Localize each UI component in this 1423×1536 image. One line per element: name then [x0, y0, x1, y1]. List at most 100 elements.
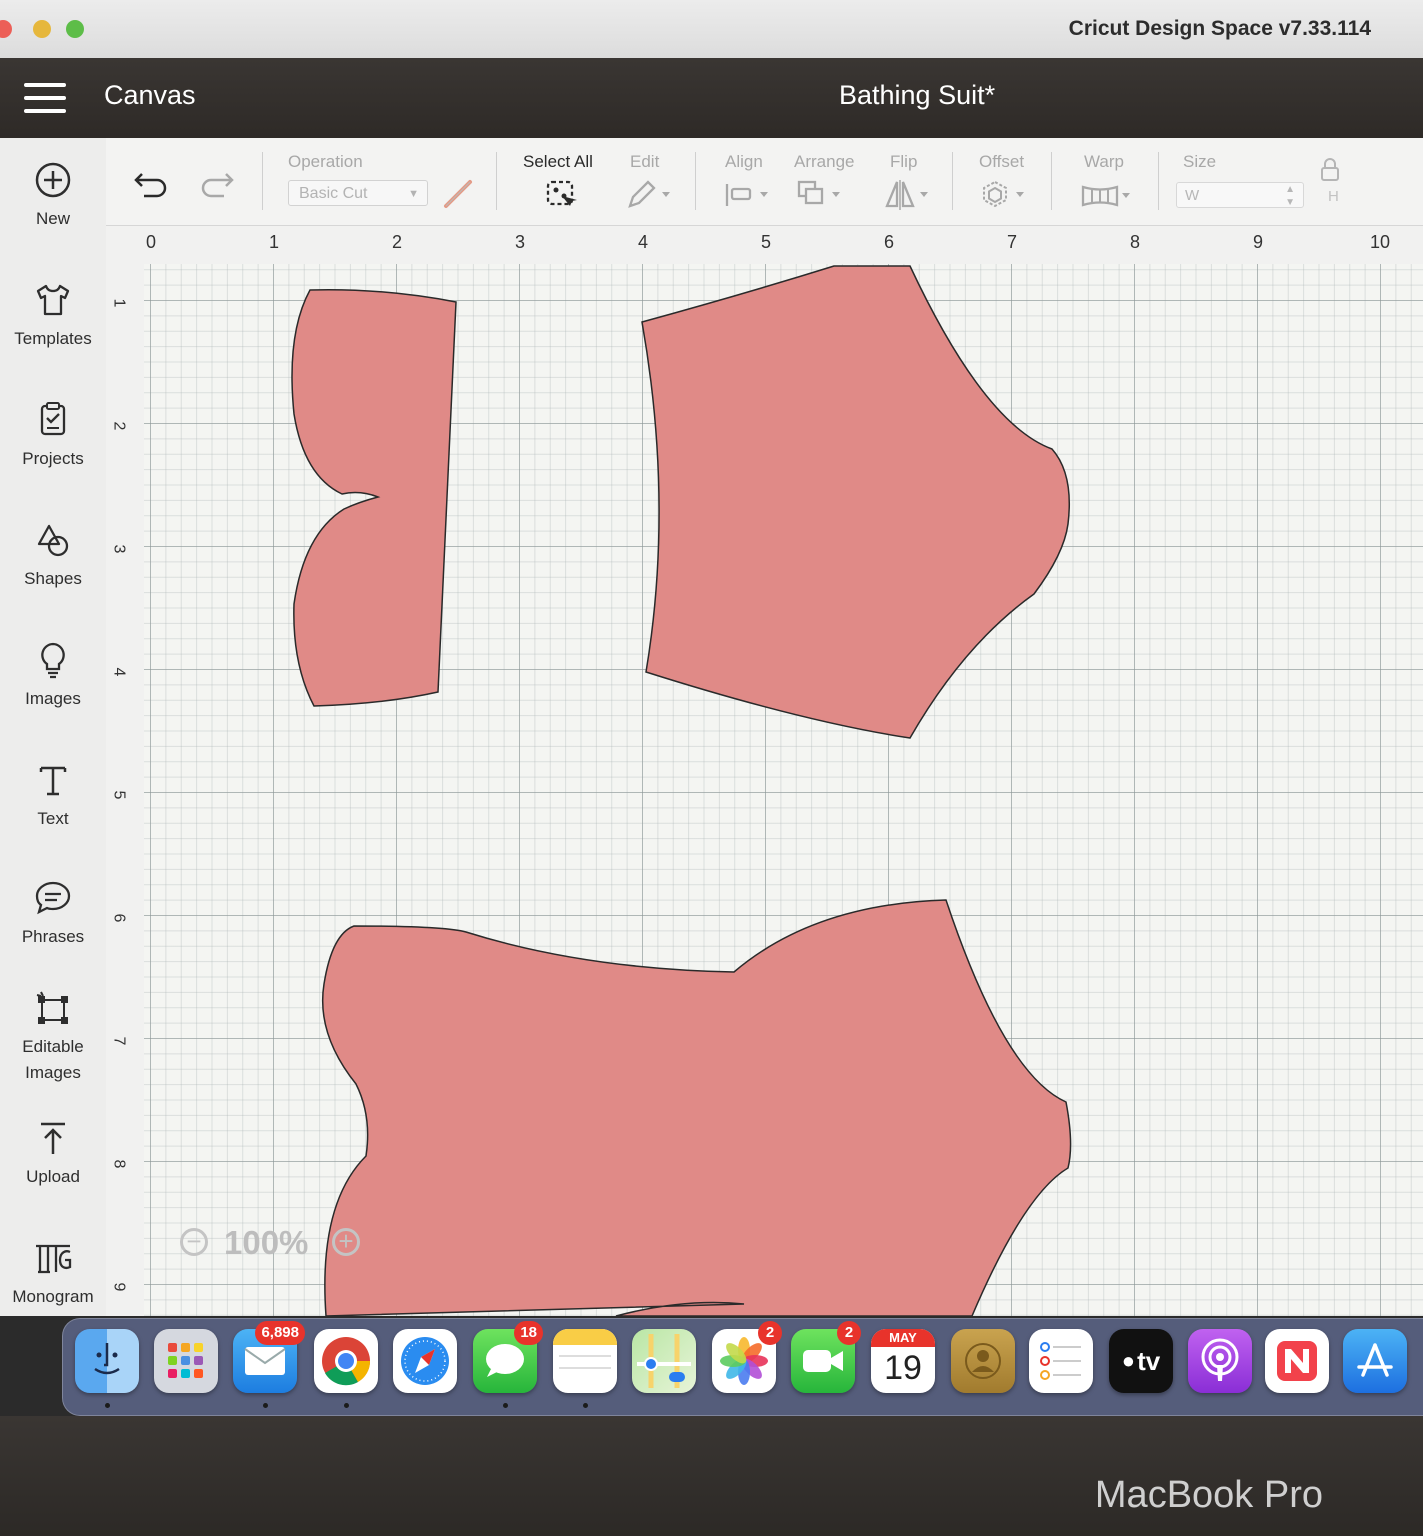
notes-line — [559, 1355, 611, 1357]
app-header: Canvas Bathing Suit* — [0, 58, 1423, 138]
minimize-window-button[interactable] — [33, 20, 51, 38]
maps-icon[interactable] — [632, 1329, 696, 1393]
operation-value: Basic Cut — [299, 185, 368, 202]
sidebar-item-label: Shapes — [24, 569, 82, 588]
sidebar-item-label: Monogram — [12, 1287, 94, 1306]
dock-running-indicator — [263, 1403, 268, 1408]
news-icon[interactable] — [1265, 1329, 1329, 1393]
size-width-input[interactable]: W ▲ ▼ — [1176, 182, 1304, 208]
dock-running-indicator — [344, 1403, 349, 1408]
macos-dock: 6,898 18 2 2 MAY 19 ● tv — [62, 1318, 1423, 1416]
close-window-button[interactable] — [0, 20, 12, 38]
chrome-logo-icon — [322, 1337, 371, 1386]
lightbulb-icon — [41, 642, 65, 679]
sidebar-item-new[interactable]: New — [0, 160, 106, 232]
ruler-tick-label: 2 — [392, 232, 403, 252]
sidebar-item-templates[interactable]: Templates — [0, 280, 106, 352]
news-logo-icon — [1277, 1341, 1317, 1381]
apple-tv-icon[interactable]: ● tv — [1109, 1329, 1173, 1393]
sidebar-item-label: New — [35, 209, 70, 228]
dock-running-indicator — [503, 1403, 508, 1408]
design-canvas[interactable]: − 100% + — [144, 264, 1423, 1316]
sidebar-item-projects[interactable]: Projects — [0, 400, 106, 472]
pen-color-icon[interactable] — [442, 176, 476, 210]
swimsuit-body-shape[interactable] — [321, 899, 1072, 1316]
toolbar-separator — [695, 152, 696, 210]
lock-icon[interactable] — [1319, 158, 1341, 182]
compass-icon — [401, 1337, 449, 1385]
reminders-icon[interactable] — [1029, 1329, 1093, 1393]
sidebar-item-upload[interactable]: Upload — [0, 1118, 106, 1190]
select-all-icon[interactable] — [544, 178, 578, 212]
shorts-shape[interactable] — [641, 265, 1071, 739]
sidebar-item-text[interactable]: Text — [0, 760, 106, 832]
finder-face-icon — [94, 1343, 120, 1375]
notes-line — [559, 1367, 611, 1369]
hamburger-menu-icon[interactable] — [24, 83, 66, 113]
sidebar-item-label-line2: Images — [25, 1063, 81, 1082]
align-icon[interactable] — [724, 180, 774, 210]
notes-header-band — [553, 1329, 617, 1345]
messages-badge: 18 — [514, 1321, 543, 1345]
editable-images-icon — [36, 991, 68, 1024]
photos-icon[interactable]: 2 — [712, 1321, 782, 1393]
contacts-icon[interactable] — [951, 1329, 1015, 1393]
mail-icon[interactable]: 6,898 — [233, 1321, 305, 1393]
checklist-icon — [1040, 1342, 1081, 1380]
calendar-icon[interactable]: MAY 19 — [871, 1329, 935, 1393]
size-height-label: H — [1328, 188, 1339, 205]
zoom-in-button[interactable]: + — [332, 1228, 360, 1256]
redo-icon[interactable] — [198, 168, 234, 200]
podcasts-icon[interactable] — [1188, 1329, 1252, 1393]
facetime-icon[interactable]: 2 — [791, 1321, 861, 1393]
undo-icon[interactable] — [134, 168, 170, 200]
calendar-day: 19 — [884, 1349, 922, 1387]
arrange-label: Arrange — [794, 152, 855, 171]
sidebar-item-shapes[interactable]: Shapes — [0, 520, 106, 592]
flip-label: Flip — [890, 152, 918, 171]
edit-pencil-icon[interactable] — [626, 178, 672, 210]
stepper-arrows-icon[interactable]: ▲ ▼ — [1285, 183, 1295, 209]
dock-running-indicator — [105, 1403, 110, 1408]
app-store-icon[interactable] — [1343, 1329, 1407, 1393]
launchpad-grid-icon — [168, 1343, 203, 1378]
person-icon — [965, 1343, 1001, 1379]
edit-toolbar: Operation Basic Cut ▼ Select All Edit Ali… — [106, 138, 1423, 226]
calendar-month: MAY — [871, 1329, 935, 1347]
bikini-top-shape[interactable] — [291, 289, 457, 707]
ruler-tick-label: 7 — [110, 1036, 128, 1046]
offset-icon[interactable] — [978, 180, 1030, 210]
edit-label: Edit — [630, 152, 660, 171]
launchpad-icon[interactable] — [154, 1329, 218, 1393]
podcast-broadcast-icon — [1201, 1338, 1239, 1381]
project-title[interactable]: Bathing Suit* — [839, 80, 995, 111]
sidebar-item-phrases[interactable]: Phrases — [0, 878, 106, 950]
sidebar-item-monogram[interactable]: Monogram — [0, 1238, 106, 1310]
operation-select[interactable]: Basic Cut ▼ — [288, 180, 428, 206]
safari-icon[interactable] — [393, 1329, 457, 1393]
sidebar-item-editable-images[interactable]: Editable Images — [0, 988, 106, 1086]
facetime-badge: 2 — [837, 1321, 861, 1345]
zoom-window-button[interactable] — [66, 20, 84, 38]
size-width-label: W — [1185, 187, 1200, 204]
text-icon — [39, 766, 67, 796]
size-label: Size — [1183, 152, 1217, 171]
chrome-icon[interactable] — [314, 1329, 378, 1393]
finder-icon[interactable] — [75, 1329, 139, 1393]
ruler-tick-label: 0 — [146, 232, 157, 252]
zoom-out-button[interactable]: − — [180, 1228, 208, 1256]
plus-circle-icon — [35, 162, 71, 198]
message-bubble-icon — [486, 1344, 524, 1377]
warp-icon[interactable] — [1080, 182, 1136, 210]
notes-icon[interactable] — [553, 1329, 617, 1393]
ruler-tick-label: 5 — [761, 232, 772, 252]
messages-icon[interactable]: 18 — [473, 1321, 543, 1393]
flip-icon[interactable] — [884, 178, 934, 210]
ruler-horizontal: 0 1 2 3 4 5 6 7 8 9 10 — [106, 226, 1423, 265]
toolbar-separator — [1051, 152, 1052, 210]
sidebar-item-label: Phrases — [21, 927, 85, 946]
arrange-icon[interactable] — [796, 178, 846, 210]
sidebar-item-images[interactable]: Images — [0, 640, 106, 712]
ruler-tick-label: 9 — [1253, 232, 1264, 252]
ruler-tick-label: 1 — [269, 232, 280, 252]
